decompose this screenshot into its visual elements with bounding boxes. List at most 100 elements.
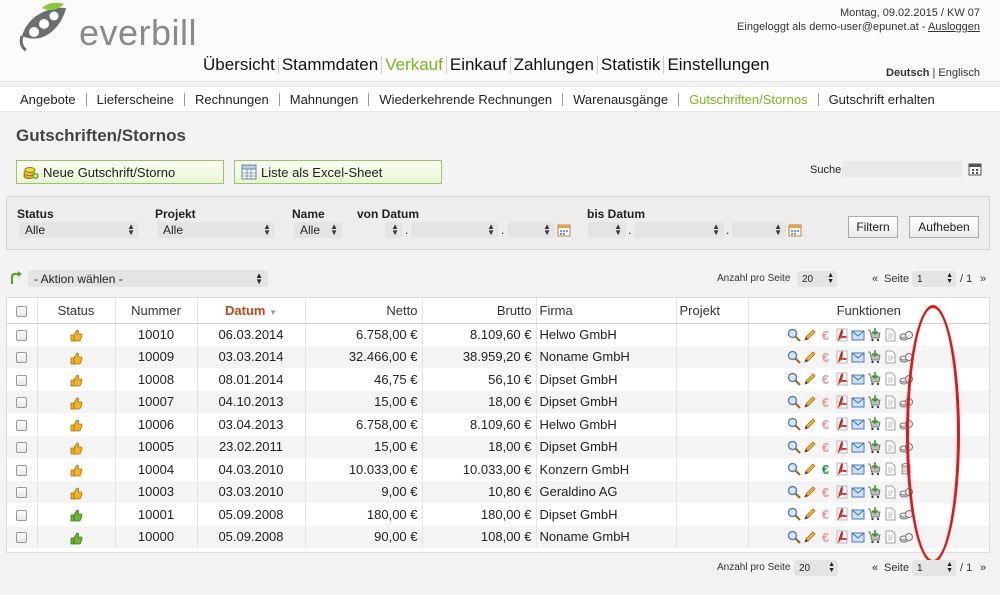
payment-euro-red-icon[interactable]: € <box>819 417 833 432</box>
email-icon[interactable] <box>851 462 865 477</box>
status-green-thumb-icon[interactable] <box>69 531 83 545</box>
page-select[interactable]: 1 ▲ ▼ <box>912 271 956 287</box>
row-checkbox[interactable] <box>16 352 28 364</box>
sub-nav-item[interactable]: Wiederkehrende Rechnungen <box>368 92 562 106</box>
edit-pencil-icon[interactable] <box>803 395 817 410</box>
cart-download-icon[interactable] <box>867 484 881 500</box>
edit-pencil-icon[interactable] <box>803 530 817 545</box>
header-datum[interactable]: Datum ▼ <box>197 298 306 324</box>
coins-icon[interactable] <box>899 395 913 410</box>
main-nav-item[interactable]: Zahlungen <box>514 55 594 75</box>
main-nav-item[interactable]: Einstellungen <box>667 55 769 75</box>
name-filter-select[interactable]: Alle ▲ ▼ <box>294 222 342 238</box>
cart-download-icon[interactable] <box>867 529 881 545</box>
row-checkbox[interactable] <box>16 330 28 342</box>
cart-download-icon[interactable] <box>867 394 881 410</box>
prev-page-link-bottom[interactable]: « <box>872 562 878 574</box>
email-icon[interactable] <box>851 507 865 522</box>
cart-download-icon[interactable] <box>867 462 881 477</box>
sub-nav-item[interactable]: Angebote <box>20 93 86 106</box>
prev-page-link[interactable]: « <box>872 273 878 285</box>
email-icon[interactable] <box>851 417 865 432</box>
document-icon[interactable] <box>883 440 897 455</box>
status-yellow-thumb-icon[interactable] <box>69 328 83 342</box>
to-year-select[interactable]: ▲ ▼ <box>732 222 786 238</box>
coins-icon[interactable] <box>899 440 913 455</box>
status-yellow-thumb-icon[interactable] <box>69 463 83 477</box>
view-magnifier-icon[interactable] <box>787 530 801 545</box>
status-yellow-thumb-icon[interactable] <box>69 486 83 500</box>
view-magnifier-icon[interactable] <box>787 328 801 343</box>
status-yellow-thumb-icon[interactable] <box>69 396 83 410</box>
per-page-select-bottom[interactable]: 20 ▲ ▼ <box>794 560 838 576</box>
coins-icon[interactable] <box>899 417 913 432</box>
sub-nav-item[interactable]: Rechnungen <box>184 92 279 106</box>
table-row[interactable]: 10008 08.01.2014 46,75 €56,10 € Dipset GmbH… <box>7 368 989 391</box>
document-icon[interactable] <box>883 372 897 387</box>
payment-euro-red-icon[interactable]: € <box>819 507 833 522</box>
email-icon[interactable] <box>851 328 865 343</box>
status-yellow-thumb-icon[interactable] <box>69 441 83 455</box>
sub-nav-item[interactable]: Mahnungen <box>278 92 369 106</box>
row-checkbox[interactable] <box>16 419 28 431</box>
pdf-icon[interactable] <box>835 417 849 432</box>
row-checkbox[interactable] <box>16 509 28 521</box>
to-month-select[interactable]: ▲ ▼ <box>634 222 724 238</box>
cart-download-icon[interactable] <box>867 372 881 387</box>
from-month-select[interactable]: ▲ ▼ <box>411 222 499 238</box>
main-nav-item[interactable]: Statistik <box>601 55 661 75</box>
edit-pencil-icon[interactable] <box>803 417 817 432</box>
sub-nav-item[interactable]: Lieferscheine <box>85 92 184 106</box>
from-calendar-icon[interactable] <box>557 223 571 237</box>
sub-nav-item[interactable]: Gutschrift erhalten <box>817 92 945 106</box>
view-magnifier-icon[interactable] <box>787 350 801 365</box>
edit-pencil-icon[interactable] <box>803 372 817 387</box>
logout-link[interactable]: Ausloggen <box>928 21 980 33</box>
table-row[interactable]: 10001 05.09.2008 180,00 €180,00 € Dipset Gm… <box>7 503 989 526</box>
view-magnifier-icon[interactable] <box>787 462 801 477</box>
view-magnifier-icon[interactable] <box>787 440 801 455</box>
email-icon[interactable] <box>851 372 865 387</box>
document-icon[interactable] <box>883 462 897 477</box>
status-filter-select[interactable]: Alle ▲ ▼ <box>19 222 139 238</box>
view-magnifier-icon[interactable] <box>787 417 801 432</box>
from-year-select[interactable]: ▲ ▼ <box>507 222 555 238</box>
status-green-thumb-icon[interactable] <box>69 508 83 522</box>
view-magnifier-icon[interactable] <box>787 507 801 522</box>
row-checkbox[interactable] <box>16 397 28 409</box>
table-row[interactable]: 10009 03.03.2014 32.466,00 €38.959,20 € Non… <box>7 345 989 368</box>
payment-euro-green-icon[interactable]: € <box>819 462 833 477</box>
pdf-icon[interactable] <box>835 462 849 477</box>
pdf-icon[interactable] <box>835 485 849 500</box>
email-icon[interactable] <box>851 485 865 500</box>
select-all-checkbox[interactable] <box>16 305 28 317</box>
cart-download-icon[interactable] <box>867 327 881 343</box>
view-magnifier-icon[interactable] <box>787 395 801 410</box>
to-calendar-icon[interactable] <box>788 223 802 237</box>
row-checkbox[interactable] <box>16 487 28 499</box>
header-status[interactable]: Status <box>37 298 116 324</box>
sub-nav-item[interactable]: Gutschriften/Stornos <box>678 92 818 106</box>
search-input[interactable] <box>842 161 962 177</box>
filter-button[interactable]: Filtern <box>848 216 898 238</box>
from-day-select[interactable]: ▲ ▼ <box>385 222 403 238</box>
payment-euro-red-icon[interactable]: € <box>819 440 833 455</box>
email-icon[interactable] <box>851 530 865 545</box>
status-yellow-thumb-icon[interactable] <box>69 373 83 387</box>
payment-euro-red-icon[interactable]: € <box>819 350 833 365</box>
pdf-icon[interactable] <box>835 440 849 455</box>
new-credit-note-button[interactable]: Neue Gutschrift/Storno <box>16 160 224 184</box>
cart-download-icon[interactable] <box>867 417 881 432</box>
page-select-bottom[interactable]: 1 ▲ ▼ <box>912 560 956 576</box>
email-icon[interactable] <box>851 395 865 410</box>
calendar-icon[interactable] <box>968 162 982 176</box>
view-magnifier-icon[interactable] <box>787 372 801 387</box>
main-nav-item[interactable]: Verkauf <box>385 55 443 75</box>
pdf-icon[interactable] <box>835 350 849 365</box>
sub-nav-item[interactable]: Warenausgänge <box>562 92 678 106</box>
email-icon[interactable] <box>851 350 865 365</box>
status-yellow-thumb-icon[interactable] <box>69 418 83 432</box>
reset-filter-button[interactable]: Aufheben <box>909 216 979 238</box>
payment-euro-red-icon[interactable]: € <box>819 372 833 387</box>
table-row[interactable]: 10003 03.03.2010 9,00 €10,80 € Geraldino AG… <box>7 480 989 503</box>
